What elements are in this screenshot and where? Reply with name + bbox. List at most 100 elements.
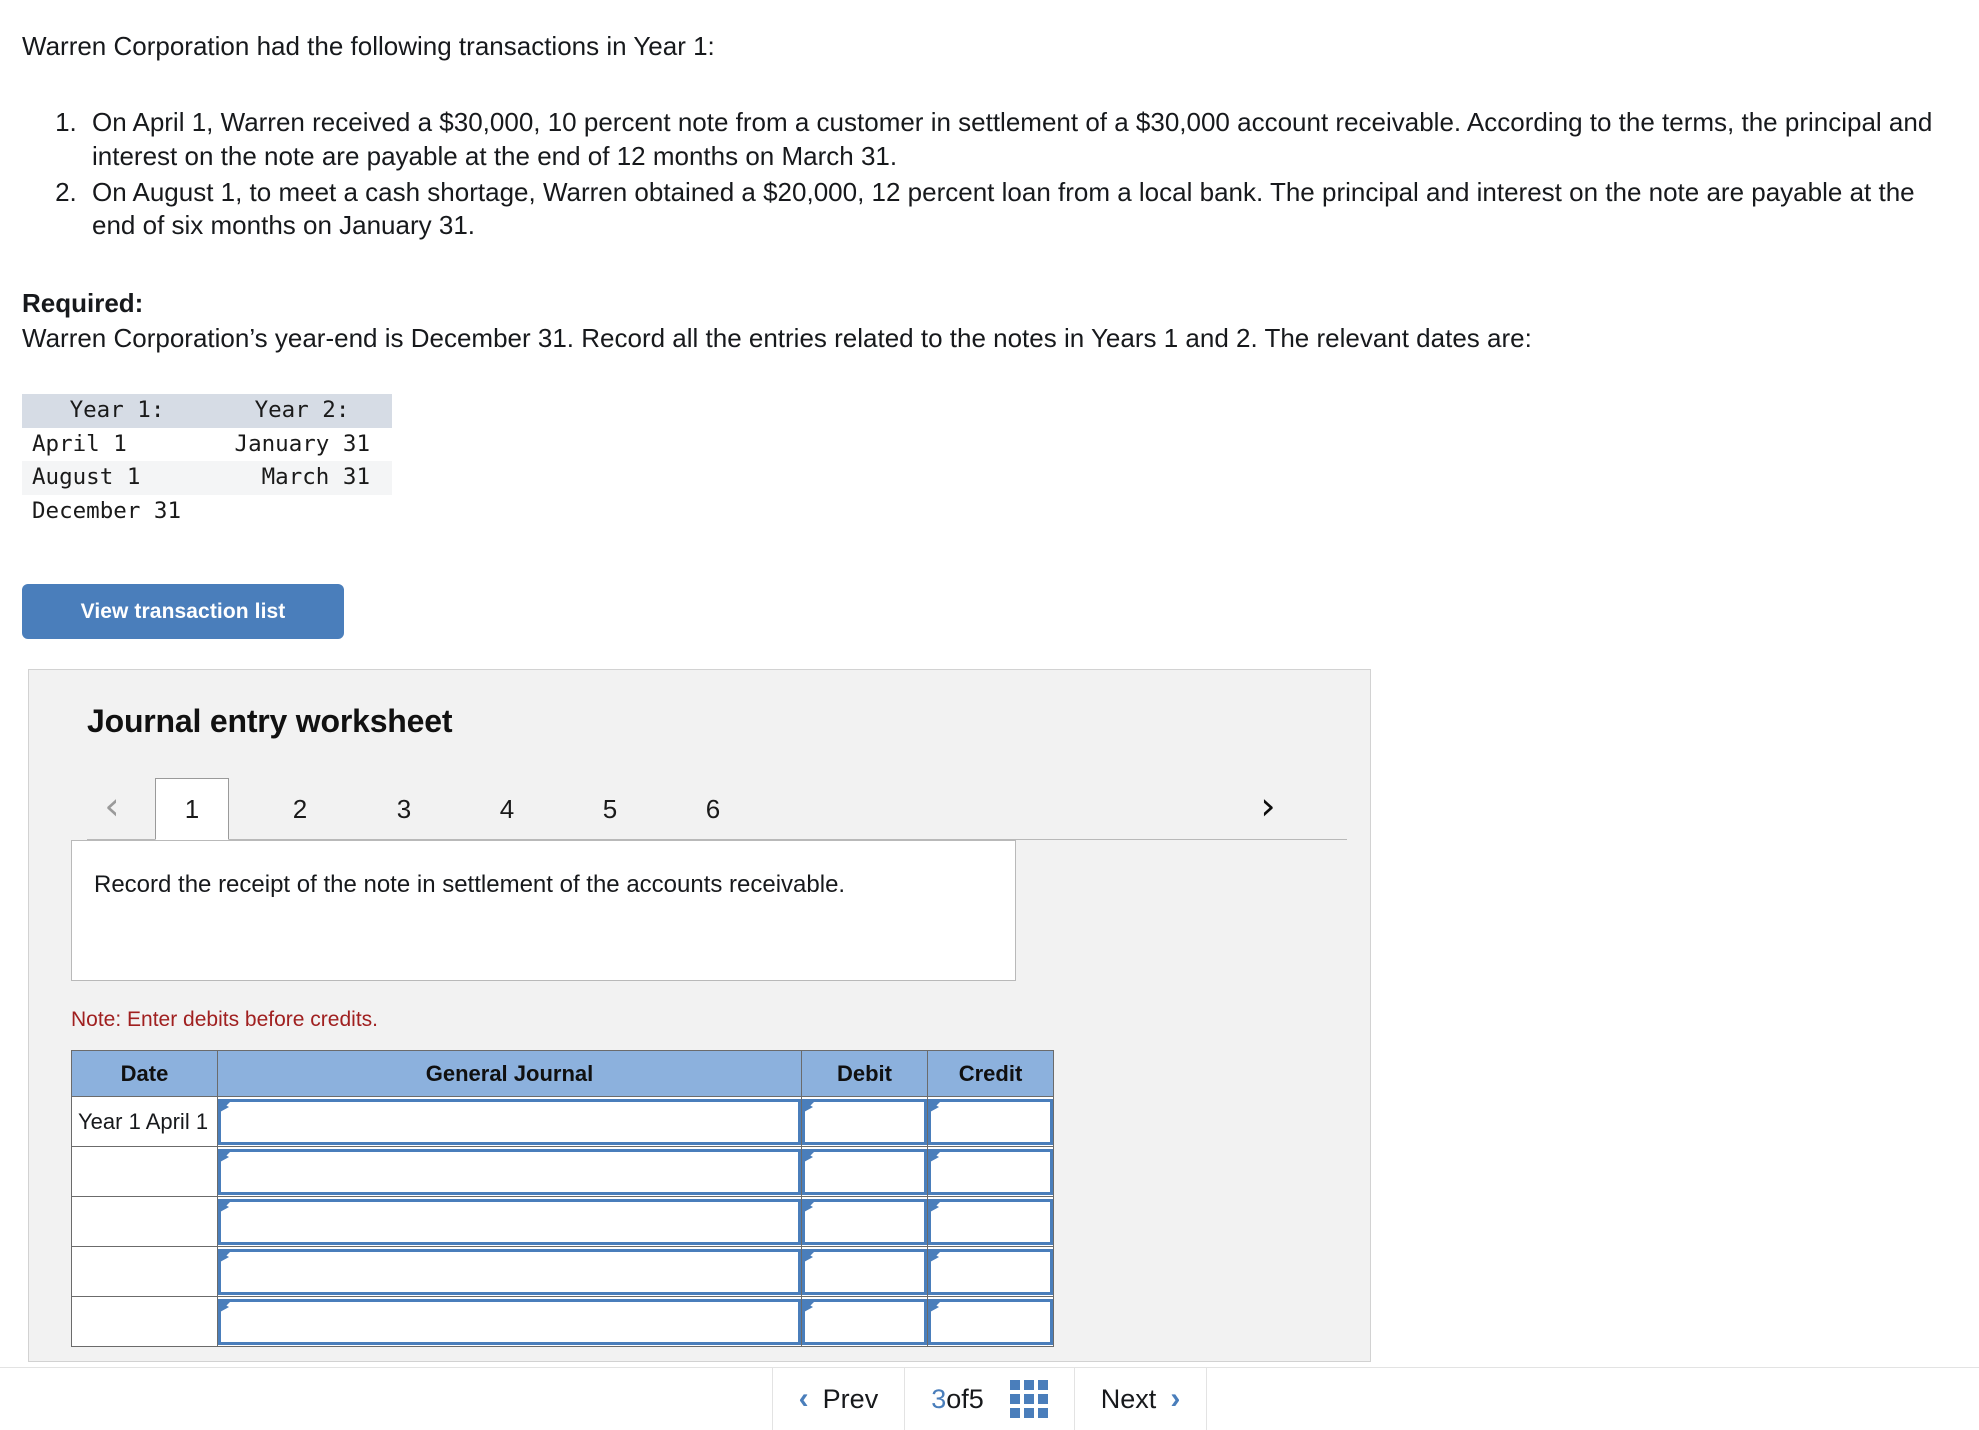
journal-entry-worksheet-panel: Journal entry worksheet ‹ 1 2 3 4 5 6 › … xyxy=(28,669,1371,1362)
dropdown-marker-icon xyxy=(930,1201,940,1220)
table-row xyxy=(71,1246,1054,1297)
dropdown-marker-icon xyxy=(930,1101,940,1120)
dropdown-marker-icon xyxy=(804,1251,814,1270)
dropdown-marker-icon xyxy=(930,1151,940,1170)
dropdown-marker-icon xyxy=(220,1251,230,1270)
cell-general-journal[interactable] xyxy=(217,1296,802,1347)
debit-input[interactable] xyxy=(802,1198,927,1245)
instruction-text: Record the receipt of the note in settle… xyxy=(94,871,846,898)
credit-input[interactable] xyxy=(928,1098,1053,1145)
tab-3[interactable]: 3 xyxy=(367,778,441,840)
column-header-debit: Debit xyxy=(801,1050,928,1097)
prev-button[interactable]: ‹ Prev xyxy=(771,1367,905,1430)
chevron-left-icon[interactable]: ‹ xyxy=(95,784,129,828)
tab-5[interactable]: 5 xyxy=(573,778,647,840)
chevron-right-icon[interactable]: › xyxy=(1251,784,1285,828)
cell-credit[interactable] xyxy=(927,1196,1054,1247)
date-table-row: April 1 January 31 xyxy=(22,427,392,462)
dropdown-marker-icon xyxy=(804,1151,814,1170)
tab-1[interactable]: 1 xyxy=(155,778,229,840)
dropdown-marker-icon xyxy=(220,1101,230,1120)
transaction-item-2: On August 1, to meet a cash shortage, Wa… xyxy=(84,176,1952,244)
prev-label: Prev xyxy=(822,1383,879,1414)
tab-4[interactable]: 4 xyxy=(470,778,544,840)
next-label: Next xyxy=(1100,1383,1157,1414)
date-table-row: December 31 xyxy=(22,495,392,529)
general-journal-input[interactable] xyxy=(218,1148,801,1195)
date-table-header-row: Year 1: Year 2: xyxy=(22,394,392,428)
table-row xyxy=(71,1296,1054,1347)
problem-intro: Warren Corporation had the following tra… xyxy=(22,31,715,61)
general-journal-input[interactable] xyxy=(218,1198,801,1245)
date-cell-year1: December 31 xyxy=(22,495,212,529)
cell-debit[interactable] xyxy=(801,1296,928,1347)
cell-date[interactable] xyxy=(71,1296,218,1347)
date-cell-year1: April 1 xyxy=(22,427,212,462)
general-journal-input[interactable] xyxy=(218,1098,801,1145)
cell-date[interactable] xyxy=(71,1246,218,1297)
cell-debit[interactable] xyxy=(801,1146,928,1197)
date-cell-year2 xyxy=(212,495,392,529)
debit-input[interactable] xyxy=(802,1098,927,1145)
required-label: Required: xyxy=(22,288,144,318)
column-header-general-journal: General Journal xyxy=(217,1050,802,1097)
dropdown-marker-icon xyxy=(220,1301,230,1320)
column-header-credit: Credit xyxy=(927,1050,1054,1097)
general-journal-input[interactable] xyxy=(218,1298,801,1345)
page-indicator[interactable]: 3 of 5 xyxy=(904,1367,1074,1430)
cell-credit[interactable] xyxy=(927,1296,1054,1347)
general-journal-input[interactable] xyxy=(218,1248,801,1295)
cell-general-journal[interactable] xyxy=(217,1246,802,1297)
cell-general-journal[interactable] xyxy=(217,1196,802,1247)
debits-before-credits-note: Note: Enter debits before credits. xyxy=(71,1008,378,1031)
credit-input[interactable] xyxy=(928,1198,1053,1245)
cell-debit[interactable] xyxy=(801,1246,928,1297)
date-table-row: August 1 March 31 xyxy=(22,461,392,496)
credit-input[interactable] xyxy=(928,1248,1053,1295)
page-current: 3 xyxy=(931,1383,947,1414)
bottom-nav-inner: ‹ Prev 3 of 5 Next › xyxy=(771,1367,1208,1430)
view-transaction-list-button[interactable]: View transaction list xyxy=(22,584,344,639)
dropdown-marker-icon xyxy=(804,1201,814,1220)
dropdown-marker-icon xyxy=(804,1301,814,1320)
instruction-box: Record the receipt of the note in settle… xyxy=(71,840,1016,981)
tab-6[interactable]: 6 xyxy=(676,778,750,840)
chevron-left-icon: ‹ xyxy=(798,1382,809,1415)
cell-debit[interactable] xyxy=(801,1196,928,1247)
page-of: of xyxy=(946,1383,969,1414)
date-cell-year2: January 31 xyxy=(212,427,392,462)
cell-general-journal[interactable] xyxy=(217,1146,802,1197)
transaction-list: On April 1, Warren received a $30,000, 1… xyxy=(22,106,1952,245)
cell-credit[interactable] xyxy=(927,1096,1054,1147)
chevron-right-icon: › xyxy=(1170,1382,1181,1415)
journal-entry-table: Date General Journal Debit Credit Year 1… xyxy=(71,1050,1054,1347)
date-header-year2: Year 2: xyxy=(212,394,392,428)
dropdown-marker-icon xyxy=(930,1251,940,1270)
grid-view-icon[interactable] xyxy=(1009,1380,1048,1418)
table-row xyxy=(71,1196,1054,1247)
column-header-date: Date xyxy=(71,1050,218,1097)
date-cell-year2: March 31 xyxy=(212,461,392,496)
credit-input[interactable] xyxy=(928,1298,1053,1345)
bottom-navigation-bar: ‹ Prev 3 of 5 Next › xyxy=(0,1367,1979,1430)
debit-input[interactable] xyxy=(802,1298,927,1345)
journal-table-header-row: Date General Journal Debit Credit xyxy=(71,1050,1054,1097)
page-total: 5 xyxy=(968,1383,984,1414)
cell-credit[interactable] xyxy=(927,1146,1054,1197)
relevant-dates-table: Year 1: Year 2: April 1 January 31 Augus… xyxy=(22,394,392,529)
dropdown-marker-icon xyxy=(220,1201,230,1220)
next-button[interactable]: Next › xyxy=(1073,1367,1208,1430)
cell-general-journal[interactable] xyxy=(217,1096,802,1147)
debit-input[interactable] xyxy=(802,1248,927,1295)
cell-date[interactable] xyxy=(71,1196,218,1247)
dropdown-marker-icon xyxy=(220,1151,230,1170)
cell-credit[interactable] xyxy=(927,1246,1054,1297)
table-row xyxy=(71,1146,1054,1197)
cell-debit[interactable] xyxy=(801,1096,928,1147)
tab-2[interactable]: 2 xyxy=(263,778,337,840)
credit-input[interactable] xyxy=(928,1148,1053,1195)
debit-input[interactable] xyxy=(802,1148,927,1195)
cell-date[interactable]: Year 1 April 1 xyxy=(71,1096,218,1147)
date-header-year1: Year 1: xyxy=(22,394,212,428)
cell-date[interactable] xyxy=(71,1146,218,1197)
